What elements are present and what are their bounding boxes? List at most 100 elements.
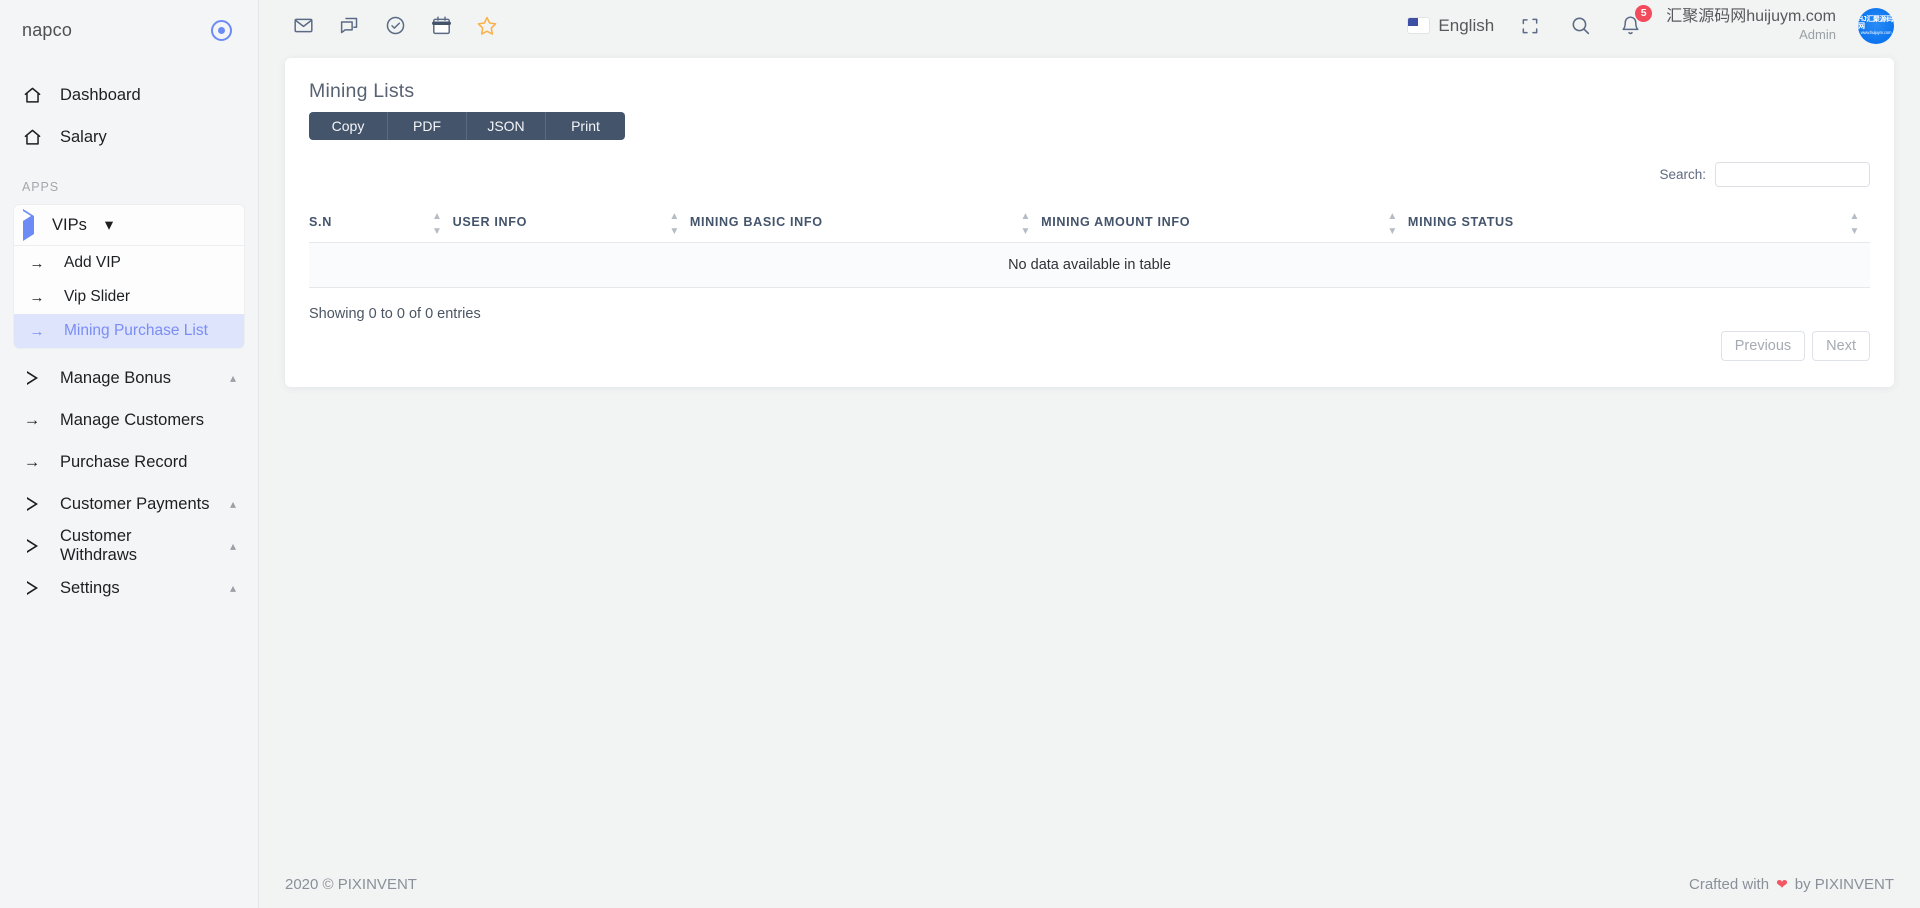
sidebar-item-purchase-record[interactable]: → Purchase Record	[0, 441, 258, 483]
sort-icon: ▲ ▼	[1849, 211, 1860, 237]
column-header-label: MINING AMOUNT INFO	[1041, 215, 1191, 229]
navbar-quick-icons	[289, 12, 501, 40]
sidebar-item-vip-slider[interactable]: → Vip Slider	[14, 280, 244, 314]
target-dot-icon[interactable]	[211, 19, 232, 41]
sidebar-item-label: Customer Payments	[60, 494, 210, 513]
chevron-up-icon: ▴	[229, 581, 236, 595]
chevron-up-icon: ▴	[229, 497, 236, 511]
export-button-group: Copy PDF JSON Print	[309, 112, 625, 140]
sidebar-item-label: Add VIP	[64, 254, 121, 271]
heart-icon: ❤	[1776, 875, 1788, 892]
sort-icon: ▲ ▼	[1020, 211, 1032, 237]
next-page-button[interactable]: Next	[1812, 331, 1870, 361]
sidebar-group-label: VIPs	[52, 215, 87, 234]
mining-lists-card: Mining Lists Copy PDF JSON Print Search:…	[285, 58, 1894, 387]
table-footer: Showing 0 to 0 of 0 entries Previous Nex…	[309, 306, 1870, 361]
chevron-up-icon: ▴	[229, 371, 236, 385]
language-label: English	[1438, 15, 1495, 35]
play-triangle-icon	[22, 371, 42, 385]
showing-entries-text: Showing 0 to 0 of 0 entries	[309, 306, 481, 322]
notification-badge: 5	[1635, 4, 1653, 22]
search-input[interactable]	[1715, 162, 1870, 187]
column-header-user-info[interactable]: USER INFO ▲ ▼	[452, 205, 690, 243]
empty-message: No data available in table	[309, 242, 1870, 288]
avatar-line2: www.huijuym.com	[1860, 29, 1892, 35]
column-header-label: MINING BASIC INFO	[689, 215, 823, 229]
sidebar-item-add-vip[interactable]: → Add VIP	[14, 246, 244, 280]
brand-name: napco	[22, 19, 73, 40]
notifications-button[interactable]: 5	[1616, 4, 1653, 40]
arrow-right-icon: →	[29, 288, 45, 306]
language-selector[interactable]: English	[1408, 16, 1494, 36]
print-button[interactable]: Print	[546, 112, 625, 140]
avatar[interactable]: HJ汇聚源码网 www.huijuym.com	[1858, 7, 1894, 44]
calendar-icon[interactable]	[427, 12, 455, 40]
arrow-right-icon: →	[23, 452, 41, 471]
check-circle-icon[interactable]	[381, 12, 409, 40]
sidebar-item-customer-withdraws[interactable]: Customer Withdraws ▴	[0, 525, 258, 567]
footer-credit-suffix: by PIXINVENT	[1794, 875, 1894, 893]
sidebar-item-manage-customers[interactable]: → Manage Customers	[0, 399, 258, 441]
sidebar-item-mining-purchase-list[interactable]: → Mining Purchase List	[14, 314, 244, 348]
sidebar-item-label: Customer Withdraws	[60, 527, 138, 564]
sidebar-item-settings[interactable]: Settings ▴	[0, 567, 258, 609]
previous-page-button[interactable]: Previous	[1720, 331, 1806, 361]
column-header-sn[interactable]: S.N ▲ ▼	[309, 205, 453, 243]
table-search-row: Search:	[309, 162, 1870, 187]
sidebar-item-dashboard[interactable]: Dashboard	[0, 74, 258, 116]
sidebar-item-salary[interactable]: Salary	[0, 116, 258, 158]
sidebar-item-label: Vip Slider	[64, 288, 131, 305]
arrow-right-icon: →	[23, 410, 41, 429]
user-menu[interactable]: 汇聚源码网huijuym.com Admin	[1666, 7, 1836, 43]
play-triangle-icon	[22, 539, 42, 553]
user-role: Admin	[1799, 27, 1836, 43]
sidebar-item-customer-payments[interactable]: Customer Payments ▴	[0, 483, 258, 525]
search-icon[interactable]	[1566, 12, 1594, 40]
column-header-mining-basic-info[interactable]: MINING BASIC INFO ▲ ▼	[689, 205, 1042, 243]
home-icon	[22, 86, 42, 105]
column-header-label: USER INFO	[452, 215, 528, 229]
play-triangle-icon	[23, 208, 34, 241]
copy-button[interactable]: Copy	[309, 112, 388, 140]
fullscreen-icon[interactable]	[1516, 12, 1544, 40]
sort-icon: ▲ ▼	[669, 211, 680, 237]
chat-icon[interactable]	[335, 12, 363, 40]
sidebar: napco Dashboard Salary APPS VIPs ▾ → Add…	[0, 0, 259, 908]
sidebar-section-apps: APPS	[22, 180, 59, 194]
main-content: Mining Lists Copy PDF JSON Print Search:…	[259, 51, 1920, 908]
page-footer: 2020 © PIXINVENT Crafted with ❤ by PIXIN…	[259, 860, 1920, 908]
sidebar-item-label: Settings	[60, 578, 120, 597]
top-navbar: English 5 汇聚源码网huijuym.com Admin HJ汇聚源码网…	[259, 0, 1920, 51]
column-header-mining-amount-info[interactable]: MINING AMOUNT INFO ▲ ▼	[1041, 205, 1408, 243]
us-flag-icon	[1408, 18, 1430, 33]
sort-icon: ▲ ▼	[432, 211, 443, 237]
footer-credit: Crafted with ❤ by PIXINVENT	[1689, 876, 1894, 893]
sidebar-item-label: Manage Bonus	[60, 368, 171, 387]
sidebar-item-label: Purchase Record	[60, 452, 188, 471]
footer-credit-prefix: Crafted with	[1689, 875, 1770, 893]
mail-icon[interactable]	[289, 12, 317, 40]
pagination: Previous Next	[309, 331, 1870, 361]
chevron-up-icon: ▴	[229, 539, 236, 553]
json-button[interactable]: JSON	[467, 112, 546, 140]
column-header-mining-status[interactable]: MINING STATUS ▲ ▼	[1407, 205, 1870, 243]
search-label: Search:	[1659, 167, 1706, 182]
sidebar-group-vips-header[interactable]: VIPs ▾	[14, 205, 244, 246]
sidebar-nav: Dashboard Salary APPS VIPs ▾ → Add VIP →…	[0, 60, 258, 609]
arrow-right-icon: →	[29, 254, 45, 272]
sidebar-item-label: Dashboard	[60, 85, 141, 104]
star-icon[interactable]	[473, 12, 501, 40]
mining-lists-table: S.N ▲ ▼ USER INFO ▲ ▼ MINING BASIC INFO ▲ ▼…	[309, 205, 1870, 288]
play-triangle-icon	[22, 581, 42, 595]
sidebar-brand[interactable]: napco	[0, 0, 258, 60]
avatar-line1: HJ汇聚源码网	[1858, 15, 1894, 30]
sidebar-item-manage-bonus[interactable]: Manage Bonus ▴	[0, 357, 258, 399]
sort-icon: ▲ ▼	[1387, 211, 1398, 237]
navbar-right: English 5 汇聚源码网huijuym.com Admin HJ汇聚源码网…	[1408, 4, 1894, 44]
footer-copyright: 2020 © PIXINVENT	[285, 875, 417, 893]
sidebar-item-label: Mining Purchase List	[64, 322, 208, 339]
pdf-button[interactable]: PDF	[388, 112, 467, 140]
sidebar-item-label: Manage Customers	[60, 410, 204, 429]
sidebar-item-label: Salary	[60, 127, 107, 146]
user-name: 汇聚源码网huijuym.com	[1666, 8, 1836, 26]
